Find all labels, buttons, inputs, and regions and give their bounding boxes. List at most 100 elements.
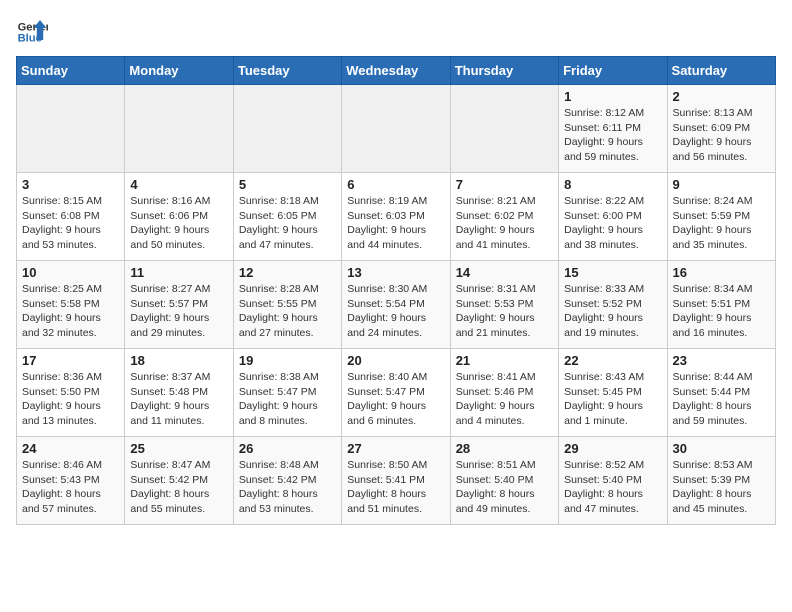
day-number: 13 (347, 265, 444, 280)
column-header-thursday: Thursday (450, 57, 558, 85)
column-header-saturday: Saturday (667, 57, 775, 85)
day-info: Sunrise: 8:33 AM Sunset: 5:52 PM Dayligh… (564, 282, 661, 341)
calendar-cell: 28 Sunrise: 8:51 AM Sunset: 5:40 PM Dayli… (450, 437, 558, 525)
day-number: 2 (673, 89, 770, 104)
calendar-cell: 17 Sunrise: 8:36 AM Sunset: 5:50 PM Dayli… (17, 349, 125, 437)
calendar-table: SundayMondayTuesdayWednesdayThursdayFrid… (16, 56, 776, 525)
day-info: Sunrise: 8:19 AM Sunset: 6:03 PM Dayligh… (347, 194, 444, 253)
calendar-cell: 3 Sunrise: 8:15 AM Sunset: 6:08 PM Daylig… (17, 173, 125, 261)
week-row-1: 1 Sunrise: 8:12 AM Sunset: 6:11 PM Daylig… (17, 85, 776, 173)
day-info: Sunrise: 8:48 AM Sunset: 5:42 PM Dayligh… (239, 458, 336, 517)
calendar-cell: 15 Sunrise: 8:33 AM Sunset: 5:52 PM Dayli… (559, 261, 667, 349)
day-info: Sunrise: 8:37 AM Sunset: 5:48 PM Dayligh… (130, 370, 227, 429)
column-header-monday: Monday (125, 57, 233, 85)
day-number: 28 (456, 441, 553, 456)
day-info: Sunrise: 8:25 AM Sunset: 5:58 PM Dayligh… (22, 282, 119, 341)
calendar-cell: 7 Sunrise: 8:21 AM Sunset: 6:02 PM Daylig… (450, 173, 558, 261)
calendar-cell: 8 Sunrise: 8:22 AM Sunset: 6:00 PM Daylig… (559, 173, 667, 261)
day-number: 29 (564, 441, 661, 456)
calendar-cell: 13 Sunrise: 8:30 AM Sunset: 5:54 PM Dayli… (342, 261, 450, 349)
day-info: Sunrise: 8:41 AM Sunset: 5:46 PM Dayligh… (456, 370, 553, 429)
day-info: Sunrise: 8:44 AM Sunset: 5:44 PM Dayligh… (673, 370, 770, 429)
day-info: Sunrise: 8:31 AM Sunset: 5:53 PM Dayligh… (456, 282, 553, 341)
calendar-header-row: SundayMondayTuesdayWednesdayThursdayFrid… (17, 57, 776, 85)
logo: General Blue (16, 16, 48, 48)
day-info: Sunrise: 8:30 AM Sunset: 5:54 PM Dayligh… (347, 282, 444, 341)
calendar-cell: 5Sunrise: 8:18 AM Sunset: 6:05 PM Daylig… (233, 173, 341, 261)
week-row-4: 17 Sunrise: 8:36 AM Sunset: 5:50 PM Dayli… (17, 349, 776, 437)
day-info: Sunrise: 8:38 AM Sunset: 5:47 PM Dayligh… (239, 370, 336, 429)
day-info: Sunrise: 8:24 AM Sunset: 5:59 PM Dayligh… (673, 194, 770, 253)
day-info: Sunrise: 8:16 AM Sunset: 6:06 PM Dayligh… (130, 194, 227, 253)
calendar-cell: 24Sunrise: 8:46 AM Sunset: 5:43 PM Dayli… (17, 437, 125, 525)
day-number: 16 (673, 265, 770, 280)
day-info: Sunrise: 8:21 AM Sunset: 6:02 PM Dayligh… (456, 194, 553, 253)
day-number: 11 (130, 265, 227, 280)
calendar-cell: 18 Sunrise: 8:37 AM Sunset: 5:48 PM Dayli… (125, 349, 233, 437)
day-info: Sunrise: 8:50 AM Sunset: 5:41 PM Dayligh… (347, 458, 444, 517)
day-number: 8 (564, 177, 661, 192)
day-info: Sunrise: 8:34 AM Sunset: 5:51 PM Dayligh… (673, 282, 770, 341)
calendar-cell: 11 Sunrise: 8:27 AM Sunset: 5:57 PM Dayli… (125, 261, 233, 349)
day-number: 26 (239, 441, 336, 456)
calendar-cell: 23 Sunrise: 8:44 AM Sunset: 5:44 PM Dayli… (667, 349, 775, 437)
logo-icon: General Blue (16, 16, 48, 48)
day-number: 30 (673, 441, 770, 456)
day-info: Sunrise: 8:22 AM Sunset: 6:00 PM Dayligh… (564, 194, 661, 253)
day-number: 24 (22, 441, 119, 456)
calendar-cell: 6 Sunrise: 8:19 AM Sunset: 6:03 PM Daylig… (342, 173, 450, 261)
day-number: 18 (130, 353, 227, 368)
calendar-cell (450, 85, 558, 173)
calendar-cell: 30 Sunrise: 8:53 AM Sunset: 5:39 PM Dayli… (667, 437, 775, 525)
calendar-cell: 1 Sunrise: 8:12 AM Sunset: 6:11 PM Daylig… (559, 85, 667, 173)
calendar-cell (342, 85, 450, 173)
day-number: 19 (239, 353, 336, 368)
week-row-5: 24Sunrise: 8:46 AM Sunset: 5:43 PM Dayli… (17, 437, 776, 525)
calendar-cell: 12Sunrise: 8:28 AM Sunset: 5:55 PM Dayli… (233, 261, 341, 349)
day-number: 27 (347, 441, 444, 456)
calendar-cell: 16 Sunrise: 8:34 AM Sunset: 5:51 PM Dayli… (667, 261, 775, 349)
calendar-cell: 4 Sunrise: 8:16 AM Sunset: 6:06 PM Daylig… (125, 173, 233, 261)
column-header-friday: Friday (559, 57, 667, 85)
calendar-cell: 9 Sunrise: 8:24 AM Sunset: 5:59 PM Daylig… (667, 173, 775, 261)
column-header-wednesday: Wednesday (342, 57, 450, 85)
day-number: 1 (564, 89, 661, 104)
day-info: Sunrise: 8:12 AM Sunset: 6:11 PM Dayligh… (564, 106, 661, 165)
day-info: Sunrise: 8:53 AM Sunset: 5:39 PM Dayligh… (673, 458, 770, 517)
day-number: 23 (673, 353, 770, 368)
calendar-cell: 27 Sunrise: 8:50 AM Sunset: 5:41 PM Dayli… (342, 437, 450, 525)
calendar-cell: 20 Sunrise: 8:40 AM Sunset: 5:47 PM Dayli… (342, 349, 450, 437)
day-number: 20 (347, 353, 444, 368)
day-number: 15 (564, 265, 661, 280)
calendar-cell (125, 85, 233, 173)
day-info: Sunrise: 8:36 AM Sunset: 5:50 PM Dayligh… (22, 370, 119, 429)
calendar-cell (233, 85, 341, 173)
day-number: 6 (347, 177, 444, 192)
day-number: 4 (130, 177, 227, 192)
calendar-cell: 19 Sunrise: 8:38 AM Sunset: 5:47 PM Dayli… (233, 349, 341, 437)
day-number: 5 (239, 177, 336, 192)
calendar-cell: 21 Sunrise: 8:41 AM Sunset: 5:46 PM Dayli… (450, 349, 558, 437)
day-number: 9 (673, 177, 770, 192)
day-number: 21 (456, 353, 553, 368)
day-number: 3 (22, 177, 119, 192)
calendar-cell: 2 Sunrise: 8:13 AM Sunset: 6:09 PM Daylig… (667, 85, 775, 173)
week-row-2: 3 Sunrise: 8:15 AM Sunset: 6:08 PM Daylig… (17, 173, 776, 261)
day-number: 7 (456, 177, 553, 192)
day-number: 17 (22, 353, 119, 368)
day-info: Sunrise: 8:15 AM Sunset: 6:08 PM Dayligh… (22, 194, 119, 253)
day-info: Sunrise: 8:47 AM Sunset: 5:42 PM Dayligh… (130, 458, 227, 517)
calendar-cell: 25 Sunrise: 8:47 AM Sunset: 5:42 PM Dayli… (125, 437, 233, 525)
day-number: 25 (130, 441, 227, 456)
day-info: Sunrise: 8:51 AM Sunset: 5:40 PM Dayligh… (456, 458, 553, 517)
calendar-cell: 26 Sunrise: 8:48 AM Sunset: 5:42 PM Dayli… (233, 437, 341, 525)
calendar-cell: 14 Sunrise: 8:31 AM Sunset: 5:53 PM Dayli… (450, 261, 558, 349)
calendar-cell: 10Sunrise: 8:25 AM Sunset: 5:58 PM Dayli… (17, 261, 125, 349)
day-info: Sunrise: 8:43 AM Sunset: 5:45 PM Dayligh… (564, 370, 661, 429)
day-info: Sunrise: 8:27 AM Sunset: 5:57 PM Dayligh… (130, 282, 227, 341)
day-info: Sunrise: 8:13 AM Sunset: 6:09 PM Dayligh… (673, 106, 770, 165)
day-info: Sunrise: 8:40 AM Sunset: 5:47 PM Dayligh… (347, 370, 444, 429)
day-number: 14 (456, 265, 553, 280)
day-info: Sunrise: 8:52 AM Sunset: 5:40 PM Dayligh… (564, 458, 661, 517)
column-header-tuesday: Tuesday (233, 57, 341, 85)
